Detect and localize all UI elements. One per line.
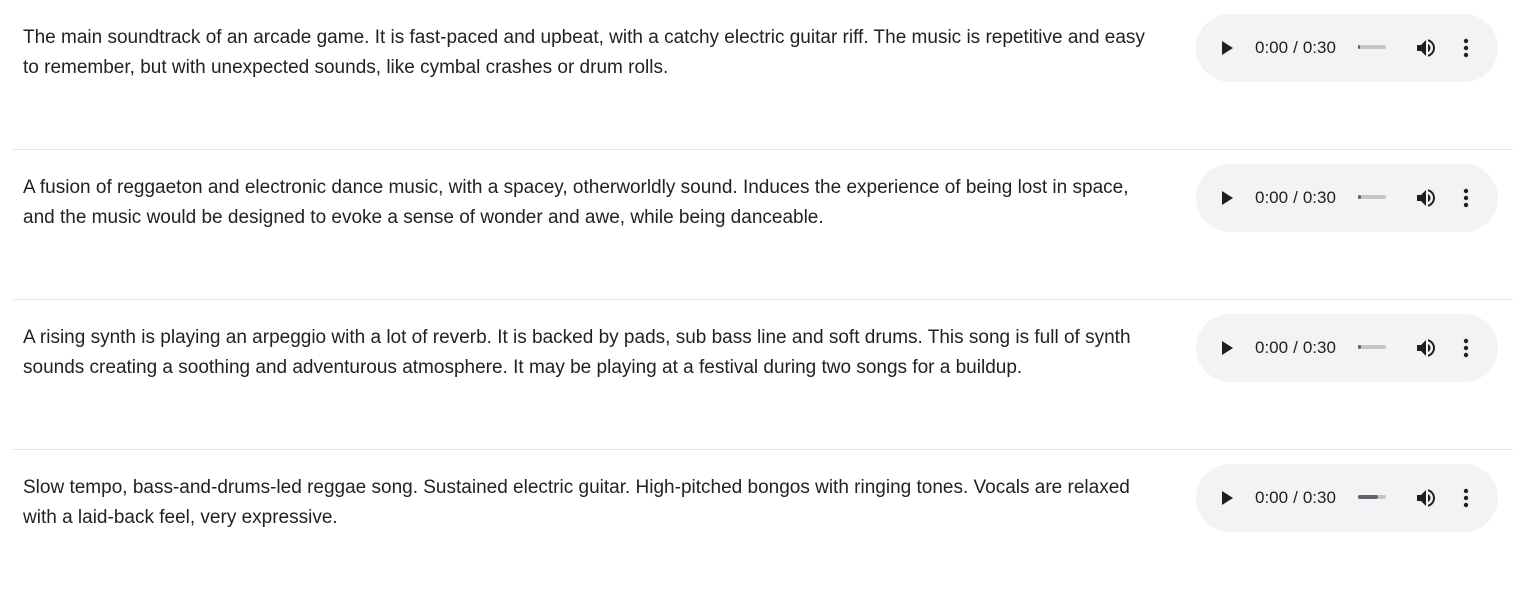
current-time: 0:00: [1255, 188, 1289, 207]
time-separator: /: [1293, 338, 1298, 357]
track-list: The main soundtrack of an arcade game. I…: [13, 0, 1513, 600]
more-vertical-icon: [1463, 188, 1469, 208]
audio-player: 0:00/0:30: [1196, 314, 1498, 382]
volume-icon: [1417, 339, 1435, 357]
time-separator: /: [1293, 488, 1298, 507]
track-row: A fusion of reggaeton and electronic dan…: [13, 150, 1513, 300]
duration: 0:30: [1302, 488, 1336, 507]
track-description: A rising synth is playing an arpeggio wi…: [23, 327, 1131, 378]
current-time: 0:00: [1255, 38, 1289, 57]
more-vertical-icon: [1463, 38, 1469, 58]
track-row: Slow tempo, bass-and-drums-led reggae so…: [13, 450, 1513, 600]
more-vertical-icon: [1463, 338, 1469, 358]
play-icon: [1222, 341, 1233, 355]
play-button[interactable]: [1214, 336, 1238, 360]
progress-fill: [1358, 45, 1361, 49]
volume-button[interactable]: [1414, 336, 1438, 360]
time-display: 0:00/0:30: [1255, 187, 1336, 209]
duration: 0:30: [1302, 188, 1336, 207]
time-separator: /: [1293, 38, 1298, 57]
audio-player: 0:00/0:30: [1196, 14, 1498, 82]
audio-player: 0:00/0:30: [1196, 464, 1498, 532]
track-description: Slow tempo, bass-and-drums-led reggae so…: [23, 477, 1130, 528]
play-button[interactable]: [1214, 36, 1238, 60]
volume-icon: [1417, 489, 1435, 507]
more-options-button[interactable]: [1456, 336, 1476, 360]
volume-icon: [1417, 189, 1435, 207]
progress-fill: [1358, 195, 1362, 199]
progress-fill: [1358, 345, 1362, 349]
time-display: 0:00/0:30: [1255, 337, 1336, 359]
current-time: 0:00: [1255, 488, 1289, 507]
track-description: A fusion of reggaeton and electronic dan…: [23, 177, 1129, 228]
track-description: The main soundtrack of an arcade game. I…: [23, 27, 1145, 78]
progress-slider[interactable]: [1358, 195, 1386, 199]
more-options-button[interactable]: [1456, 186, 1476, 210]
duration: 0:30: [1302, 338, 1336, 357]
track-row: The main soundtrack of an arcade game. I…: [13, 0, 1513, 150]
play-icon: [1222, 41, 1233, 55]
play-button[interactable]: [1214, 486, 1238, 510]
volume-icon: [1417, 39, 1435, 57]
play-button[interactable]: [1214, 186, 1238, 210]
audio-player: 0:00/0:30: [1196, 164, 1498, 232]
volume-button[interactable]: [1414, 186, 1438, 210]
duration: 0:30: [1302, 38, 1336, 57]
play-icon: [1222, 491, 1233, 505]
play-icon: [1222, 191, 1233, 205]
progress-slider[interactable]: [1358, 345, 1386, 349]
time-separator: /: [1293, 188, 1298, 207]
progress-slider[interactable]: [1358, 495, 1386, 499]
current-time: 0:00: [1255, 338, 1289, 357]
track-row: A rising synth is playing an arpeggio wi…: [13, 300, 1513, 450]
time-display: 0:00/0:30: [1255, 37, 1336, 59]
more-vertical-icon: [1463, 488, 1469, 508]
progress-slider[interactable]: [1358, 45, 1386, 49]
volume-button[interactable]: [1414, 36, 1438, 60]
volume-button[interactable]: [1414, 486, 1438, 510]
more-options-button[interactable]: [1456, 486, 1476, 510]
progress-fill: [1358, 495, 1378, 499]
more-options-button[interactable]: [1456, 36, 1476, 60]
time-display: 0:00/0:30: [1255, 487, 1336, 509]
